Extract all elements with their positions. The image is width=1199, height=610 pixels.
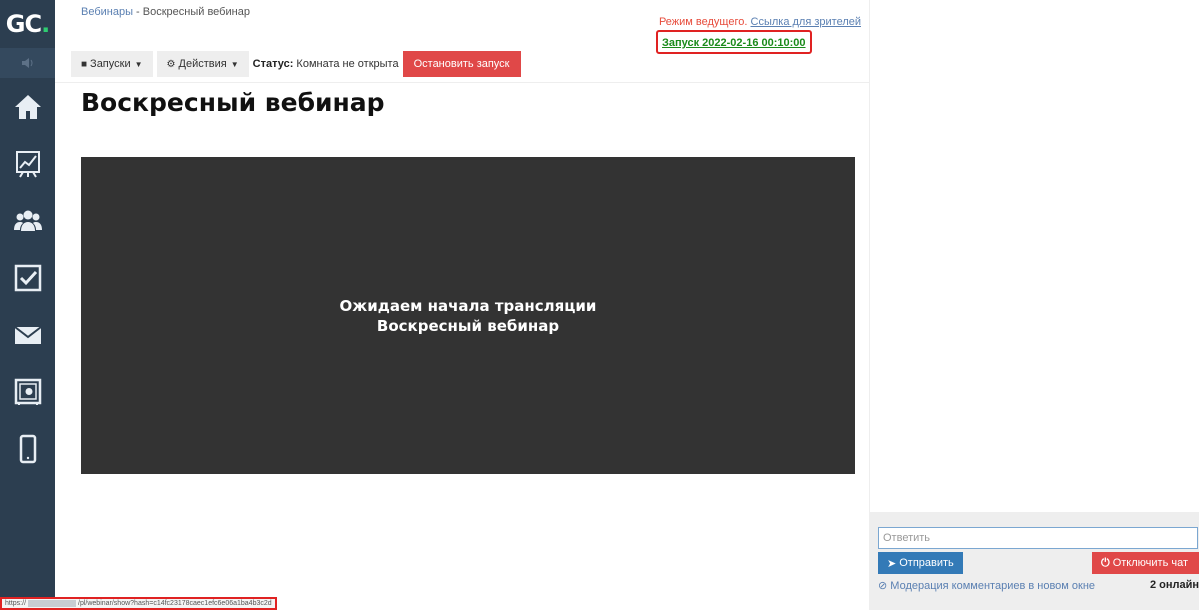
moderation-label: Модерация комментариев в новом окне <box>890 580 1096 592</box>
home-icon <box>14 94 41 119</box>
sidebar-item-safe[interactable] <box>0 363 55 420</box>
app: GC. Вебинары - Воскресный вебинар Режим … <box>0 0 1199 610</box>
chat-controls: ➤ Отправить ⏻ Отключить чат ⊘ Модерация … <box>870 512 1199 610</box>
viewer-link[interactable]: Ссылка для зрителей <box>751 16 862 28</box>
mail-icon <box>13 325 42 344</box>
breadcrumb: Вебинары - Воскресный вебинар <box>81 6 250 18</box>
sidebar-item-tasks[interactable] <box>0 249 55 306</box>
launch-link[interactable]: Запуск 2022-02-16 00:10:00 <box>662 37 806 49</box>
room-status: Статус: Комната не открыта <box>253 58 399 70</box>
toolbar: ■ Запуски ▼ ⚙ Действия ▼ Статус: Комната… <box>71 51 521 77</box>
actions-dropdown[interactable]: ⚙ Действия ▼ <box>156 51 249 77</box>
breadcrumb-separator: - <box>133 6 143 18</box>
statusbar-url: https:// /pl/webinar/show?hash=c14fc23178… <box>0 597 277 610</box>
sidebar-item-home[interactable] <box>0 78 55 135</box>
host-mode-text: Режим ведущего. <box>658 16 748 28</box>
launch-highlight: Запуск 2022-02-16 00:10:00 <box>656 30 812 54</box>
send-label: Отправить <box>899 557 954 569</box>
main-content: Вебинары - Воскресный вебинар Режим веду… <box>55 0 869 610</box>
ban-icon: ⊘ <box>878 580 888 592</box>
paper-plane-icon: ➤ <box>887 557 897 570</box>
stop-launch-button[interactable]: Остановить запуск <box>402 51 521 77</box>
actions-label: Действия <box>178 58 227 70</box>
divider <box>55 82 869 83</box>
chat-panel: ➤ Отправить ⏻ Отключить чат ⊘ Модерация … <box>869 0 1199 610</box>
chart-icon <box>15 150 40 178</box>
launches-dropdown[interactable]: ■ Запуски ▼ <box>71 51 153 77</box>
checkbox-icon <box>14 264 41 291</box>
sidebar-item-mail[interactable] <box>0 306 55 363</box>
mobile-icon <box>19 434 36 463</box>
breadcrumb-webinars-link[interactable]: Вебинары <box>81 6 133 18</box>
breadcrumb-current: Воскресный вебинар <box>142 6 250 18</box>
moderation-link[interactable]: ⊘ Модерация комментариев в новом окне <box>878 579 1095 592</box>
status-label: Статус: <box>252 58 294 70</box>
page-title: Воскресный вебинар <box>81 88 385 117</box>
url-redacted <box>28 600 77 607</box>
logo-text: GC <box>5 10 42 38</box>
gears-icon: ⚙ <box>166 58 176 70</box>
sidebar: GC. <box>0 0 55 610</box>
disable-chat-button[interactable]: ⏻ Отключить чат <box>1092 552 1199 574</box>
reply-input[interactable] <box>878 527 1198 549</box>
mode-line: Режим ведущего. Ссылка для зрителей <box>659 16 861 28</box>
caret-down-icon: ▼ <box>230 59 239 69</box>
speaker-icon[interactable] <box>0 48 55 78</box>
video-player[interactable]: Ожидаем начала трансляции Воскресный веб… <box>81 157 855 474</box>
video-webinar-name: Воскресный вебинар <box>376 316 560 335</box>
caret-down-icon: ▼ <box>134 59 143 69</box>
safe-icon <box>14 378 41 405</box>
logo[interactable]: GC. <box>0 0 55 48</box>
folder-icon: ■ <box>81 58 88 70</box>
launches-label: Запуски <box>90 58 131 70</box>
sidebar-item-users[interactable] <box>0 192 55 249</box>
logo-dot: . <box>41 10 50 38</box>
status-value: Комната не открыта <box>296 58 399 70</box>
online-count: 2 онлайн <box>1149 579 1199 591</box>
disable-chat-label: Отключить чат <box>1112 557 1189 569</box>
sidebar-item-mobile[interactable] <box>0 420 55 477</box>
url-prefix: https:// <box>5 600 27 607</box>
send-button[interactable]: ➤ Отправить <box>878 552 963 574</box>
sidebar-item-chart[interactable] <box>0 135 55 192</box>
power-icon: ⏻ <box>1101 556 1110 569</box>
users-icon <box>13 210 42 231</box>
url-rest: /pl/webinar/show?hash=c14fc23178caec1efc… <box>78 600 272 607</box>
waiting-text: Ожидаем начала трансляции <box>339 296 597 315</box>
